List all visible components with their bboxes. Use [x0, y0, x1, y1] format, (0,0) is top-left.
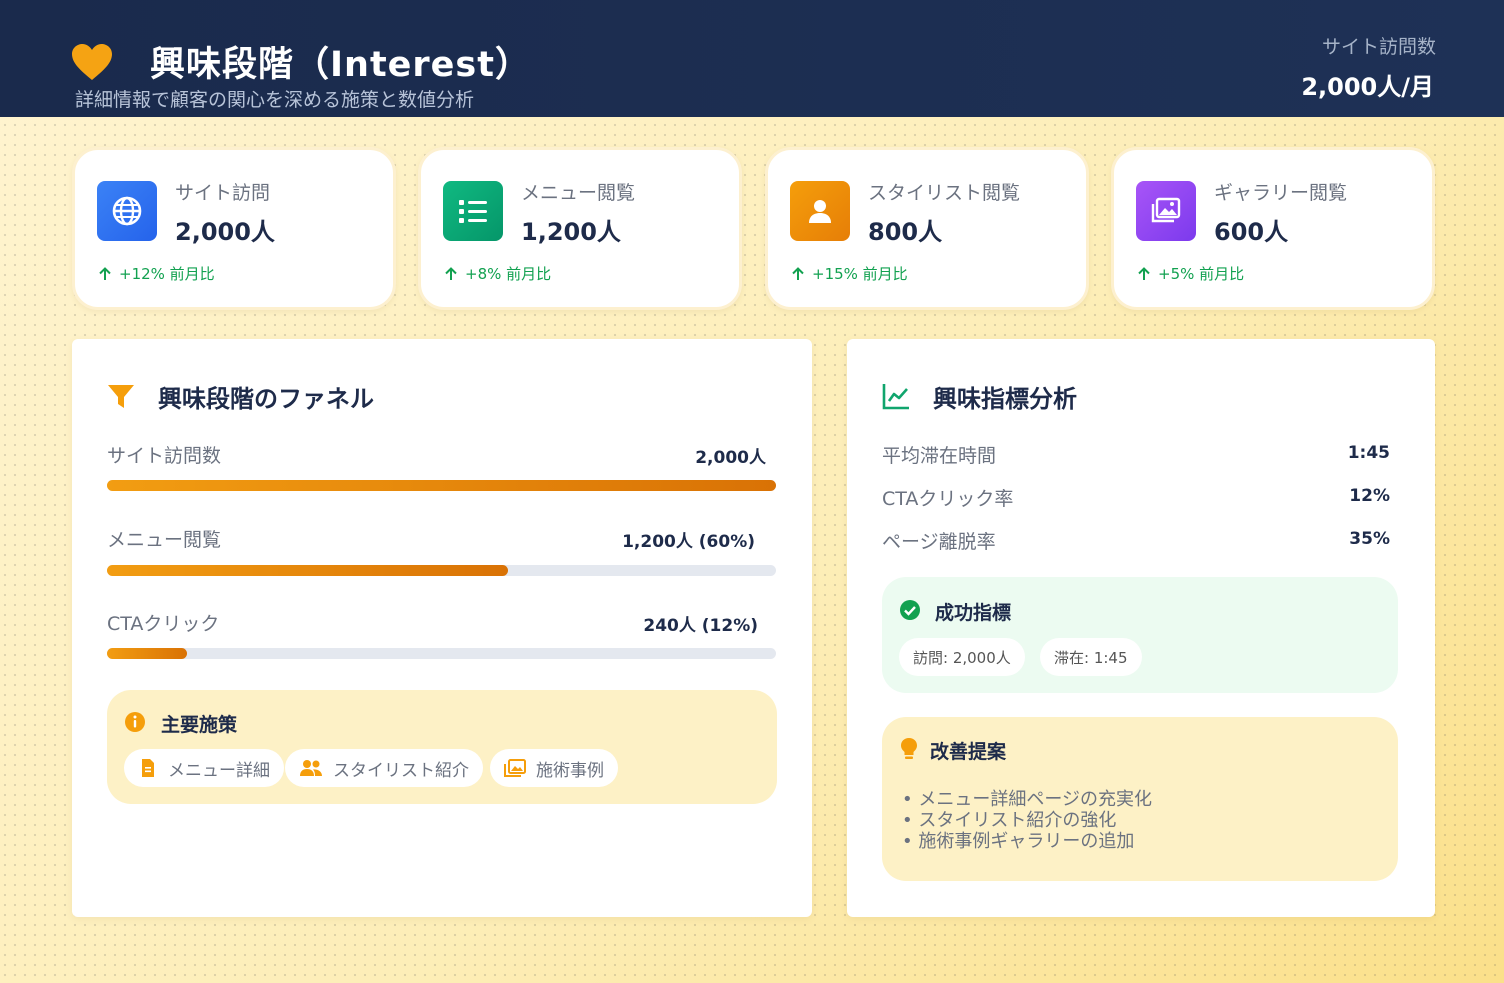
improvement-box: 改善提案 • メニュー詳細ページの充実化 • スタイリスト紹介の強化 • 施術事…: [882, 717, 1398, 881]
stat-trend: +5% 前月比: [1136, 263, 1244, 284]
funnel-panel: 興味段階のファネル サイト訪問数 2,000人 メニュー閲覧 1,200人 (6…: [72, 339, 812, 917]
check-circle-icon: [900, 600, 920, 620]
stat-value: 2,000人: [175, 218, 275, 246]
stat-card-site-visits[interactable]: サイト訪問 2,000人 +12% 前月比: [72, 147, 396, 310]
metric-value: 1:45: [1347, 443, 1390, 463]
funnel-bar-fill: [107, 648, 188, 659]
arrow-up-icon: [99, 266, 111, 280]
page-title: 興味段階（Interest）: [150, 45, 531, 85]
funnel-row-value: 1,200人 (60%): [622, 532, 755, 552]
stat-card-stylist-views[interactable]: スタイリスト閲覧 800人 +15% 前月比: [765, 147, 1089, 310]
metric-label: 平均滞在時間: [882, 445, 997, 467]
funnel-row-value: 2,000人: [695, 448, 766, 468]
stat-trend-text: +5% 前月比: [1158, 265, 1245, 283]
stat-value: 600人: [1214, 218, 1289, 246]
success-tag: 訪問: 2,000人: [899, 638, 1025, 676]
stat-value: 800人: [868, 218, 943, 246]
stat-label: スタイリスト閲覧: [868, 182, 1021, 204]
success-tag-label: 訪問: 2,000人: [913, 648, 1011, 667]
filter-icon: [108, 385, 134, 408]
funnel-bar-track: [107, 480, 776, 491]
measure-pill[interactable]: メニュー詳細: [124, 749, 284, 787]
funnel-bar-fill: [107, 480, 776, 491]
header-stat-value: 2,000人/月: [1301, 73, 1434, 101]
info-icon: [125, 712, 145, 732]
stat-card-menu-views[interactable]: メニュー閲覧 1,200人 +8% 前月比: [418, 147, 742, 310]
improvement-item: • 施術事例ギャラリーの追加: [902, 831, 1135, 852]
page-subtitle: 詳細情報で顧客の関心を深める施策と数値分析: [75, 89, 475, 111]
chart-line-icon: [882, 384, 909, 410]
users-icon: [300, 760, 322, 776]
key-measures-title: 主要施策: [161, 714, 238, 736]
arrow-up-icon: [445, 266, 457, 280]
lightbulb-icon: [901, 738, 917, 759]
document-icon: [142, 759, 154, 777]
success-tag-label: 滞在: 1:45: [1054, 648, 1128, 667]
funnel-title: 興味段階のファネル: [158, 385, 374, 413]
funnel-row-label: サイト訪問数: [107, 445, 222, 467]
header-stat-label: サイト訪問数: [1321, 36, 1436, 58]
metrics-panel: 興味指標分析 平均滞在時間 1:45 CTAクリック率 12% ページ離脱率 3…: [847, 339, 1435, 917]
measure-pill[interactable]: 施術事例: [490, 749, 618, 787]
improvement-title: 改善提案: [930, 741, 1007, 763]
stat-label: メニュー閲覧: [521, 182, 636, 204]
metric-label: CTAクリック率: [882, 488, 1014, 510]
page-header: 興味段階（Interest） 詳細情報で顧客の関心を深める施策と数値分析 サイト…: [0, 0, 1504, 117]
person-icon: [790, 181, 850, 241]
stat-label: サイト訪問: [175, 182, 271, 204]
stat-value: 1,200人: [521, 218, 621, 246]
arrow-up-icon: [792, 266, 804, 280]
metrics-title: 興味指標分析: [933, 385, 1077, 413]
stat-trend-text: +8% 前月比: [465, 265, 552, 283]
funnel-row-value: 240人 (12%): [643, 616, 758, 636]
globe-icon: [97, 181, 157, 241]
improvement-item: • メニュー詳細ページの充実化: [902, 789, 1152, 810]
stat-trend-text: +12% 前月比: [119, 265, 215, 283]
stat-trend: +8% 前月比: [443, 263, 551, 284]
measure-pill-label: スタイリスト紹介: [333, 760, 469, 781]
heart-icon: [72, 44, 112, 80]
gallery-icon: [1136, 181, 1196, 241]
arrow-up-icon: [1138, 266, 1150, 280]
stat-trend: +15% 前月比: [790, 263, 908, 284]
metric-value: 35%: [1349, 529, 1390, 549]
list-icon: [443, 181, 503, 241]
funnel-row-label: メニュー閲覧: [107, 529, 222, 551]
images-icon: [504, 759, 526, 777]
measure-pill-label: 施術事例: [536, 760, 604, 781]
stat-label: ギャラリー閲覧: [1214, 182, 1348, 204]
key-measures-box: 主要施策 メニュー詳細 スタイリスト紹介 施術事例: [107, 690, 777, 804]
stat-trend-text: +15% 前月比: [812, 265, 908, 283]
success-metrics-box: 成功指標 訪問: 2,000人 滞在: 1:45: [882, 577, 1398, 693]
measure-pill-label: メニュー詳細: [168, 760, 270, 781]
metric-value: 12%: [1349, 486, 1390, 506]
success-metrics-title: 成功指標: [935, 602, 1012, 624]
funnel-bar-track: [107, 648, 776, 659]
stat-trend: +12% 前月比: [97, 263, 215, 284]
funnel-bar-fill: [107, 565, 509, 576]
stat-card-gallery-views[interactable]: ギャラリー閲覧 600人 +5% 前月比: [1111, 147, 1435, 310]
funnel-row-label: CTAクリック: [107, 613, 220, 635]
funnel-bar-track: [107, 565, 776, 576]
success-tag: 滞在: 1:45: [1040, 638, 1142, 676]
metric-label: ページ離脱率: [882, 531, 996, 553]
measure-pill[interactable]: スタイリスト紹介: [285, 749, 483, 787]
improvement-item: • スタイリスト紹介の強化: [902, 810, 1117, 831]
